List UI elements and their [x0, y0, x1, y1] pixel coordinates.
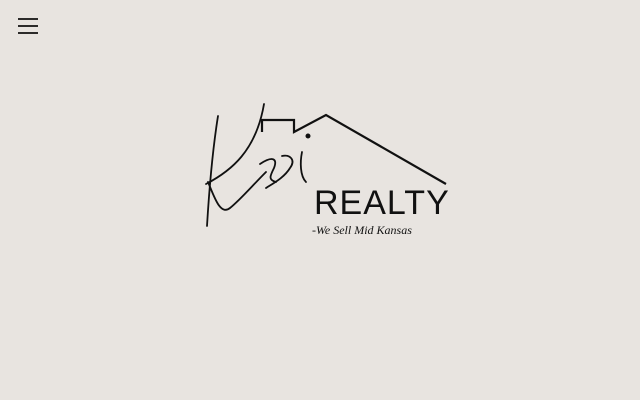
logo-tagline: -We Sell Mid Kansas	[312, 223, 412, 237]
menu-button[interactable]	[14, 12, 42, 40]
company-logo: REALTY -We Sell Mid Kansas	[196, 96, 456, 246]
logo-wordmark: REALTY	[314, 184, 450, 222]
page: REALTY -We Sell Mid Kansas	[0, 0, 640, 400]
house-roof-icon	[260, 113, 447, 185]
hamburger-menu-icon	[18, 18, 38, 34]
